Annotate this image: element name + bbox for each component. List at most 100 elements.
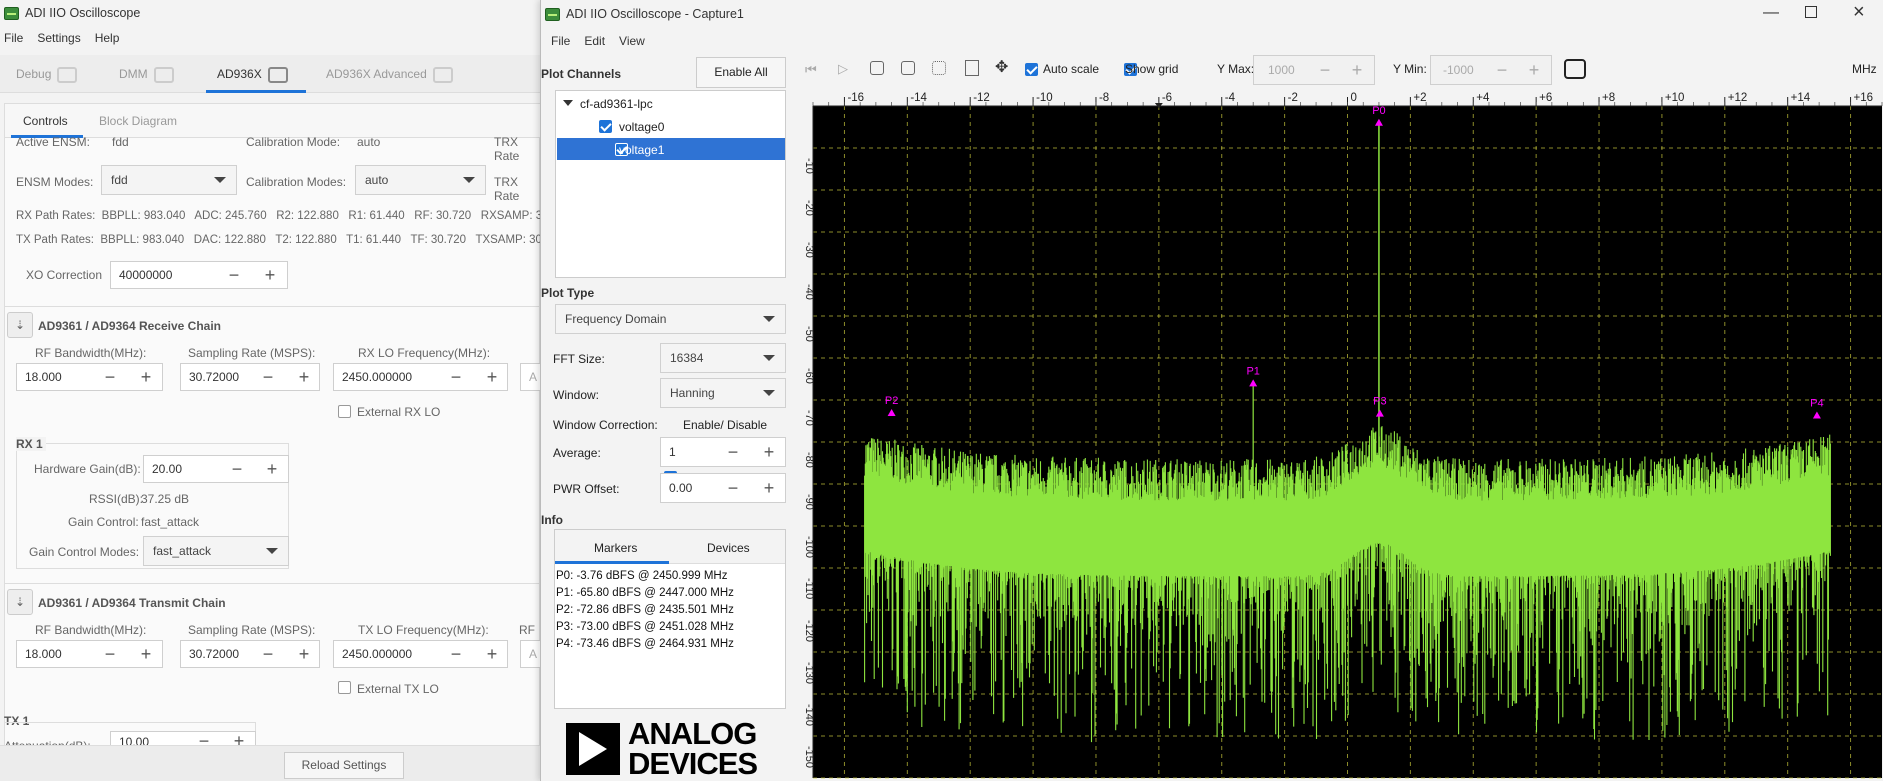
controls-panel: Controls Block Diagram: [4, 103, 541, 781]
tx-rf-bw-decrement[interactable]: −: [96, 641, 124, 667]
average-value: 1: [669, 445, 676, 459]
subtab-controls[interactable]: Controls: [23, 114, 68, 128]
tab-ad936x-advanced[interactable]: AD936X Advanced: [326, 67, 453, 83]
x-tick-label: 0: [1351, 92, 1357, 104]
gain-modes-value: fast_attack: [153, 544, 212, 558]
average-label: Average:: [553, 446, 601, 460]
gain-control-value: fast_attack: [141, 515, 200, 529]
voltage0-label[interactable]: voltage0: [619, 120, 664, 134]
rx-lo-decrement[interactable]: −: [442, 364, 470, 390]
pwr-offset-increment[interactable]: +: [755, 475, 783, 501]
window-select[interactable]: Hanning: [660, 378, 786, 408]
average-decrement[interactable]: −: [719, 439, 747, 465]
ymax-increment[interactable]: +: [1343, 57, 1371, 83]
rx-sr-label: Sampling Rate (MSPS):: [188, 346, 316, 360]
calibration-modes-select[interactable]: auto: [355, 165, 486, 195]
plot-type-select[interactable]: Frequency Domain: [555, 304, 786, 334]
tab-dmm[interactable]: DMM: [119, 67, 174, 83]
bottom-bar: [0, 745, 540, 781]
zoom-out-icon[interactable]: [901, 61, 915, 75]
ensm-modes-select[interactable]: fdd: [101, 165, 237, 195]
play-icon[interactable]: ▷: [838, 61, 848, 77]
tab-markers[interactable]: Markers: [594, 541, 637, 555]
average-increment[interactable]: +: [755, 439, 783, 465]
grid-icon[interactable]: [932, 61, 946, 75]
rx-sr-increment[interactable]: +: [290, 364, 318, 390]
maximize-button[interactable]: [1805, 6, 1817, 18]
gain-modes-select[interactable]: fast_attack: [143, 536, 289, 566]
hw-gain-decrement[interactable]: −: [223, 456, 251, 482]
tx-chain-title: AD9361 / AD9364 Transmit Chain: [38, 596, 226, 610]
units-label: MHz: [1852, 62, 1877, 76]
tx-lo-increment[interactable]: +: [478, 641, 506, 667]
add-plot-icon: [57, 67, 78, 83]
voltage1-row[interactable]: [557, 138, 785, 160]
tx-lo-decrement[interactable]: −: [442, 641, 470, 667]
rx-chain-collapse-button[interactable]: ⇣: [7, 312, 33, 338]
voltage0-checkbox[interactable]: [599, 120, 612, 133]
minimize-button[interactable]: —: [1763, 4, 1779, 22]
pwr-offset-decrement[interactable]: −: [719, 475, 747, 501]
snapshot-icon[interactable]: [870, 61, 884, 75]
calibration-modes-value: auto: [365, 173, 389, 187]
tab-ad936x[interactable]: AD936X: [217, 67, 288, 83]
rx-truncated-field[interactable]: A: [520, 363, 540, 391]
tx-truncated-field[interactable]: A: [520, 640, 540, 668]
marker-3-label: P3: [1373, 396, 1386, 408]
xo-increment-button[interactable]: +: [256, 262, 284, 288]
ymin-decrement[interactable]: −: [1488, 57, 1516, 83]
voltage1-label[interactable]: voltage1: [619, 143, 664, 157]
menu-help[interactable]: Help: [95, 31, 120, 45]
tab-debug[interactable]: Debug: [16, 67, 78, 83]
stop-icon[interactable]: ⏮: [805, 62, 817, 78]
ymin-increment[interactable]: +: [1520, 57, 1548, 83]
tx-sr-label: Sampling Rate (MSPS):: [188, 623, 316, 637]
menu-edit[interactable]: Edit: [584, 34, 605, 48]
spectrum-plot[interactable]: -16 -14 -12 -10 -8 -6 -4 -2 0 +2 +4 +6 +8 +10 +12 +14 +1…: [792, 88, 1883, 781]
tx-chain-collapse-button[interactable]: ⇣: [7, 589, 33, 615]
rx-lo-label: RX LO Frequency(MHz):: [358, 346, 491, 360]
device-node[interactable]: cf-ad9361-lpc: [580, 97, 653, 111]
cursor-icon[interactable]: [965, 60, 979, 76]
rx-rf-bw-increment[interactable]: +: [132, 364, 160, 390]
external-rx-lo-checkbox[interactable]: [338, 405, 351, 418]
active-tab-underline: [206, 90, 306, 93]
tab-devices[interactable]: Devices: [707, 541, 750, 555]
tx-rf-bw-increment[interactable]: +: [132, 641, 160, 667]
hw-gain-increment[interactable]: +: [258, 456, 286, 482]
menu-file[interactable]: File: [551, 34, 570, 48]
menu-settings[interactable]: Settings: [37, 31, 80, 45]
rx-rf-bw-decrement[interactable]: −: [96, 364, 124, 390]
subtab-block-diagram[interactable]: Block Diagram: [99, 114, 177, 128]
info-title: Info: [541, 513, 563, 527]
menu-view[interactable]: View: [619, 34, 645, 48]
tx-sr-increment[interactable]: +: [290, 641, 318, 667]
ymax-value: 1000: [1268, 63, 1295, 77]
ymax-decrement[interactable]: −: [1311, 57, 1339, 83]
xo-decrement-button[interactable]: −: [220, 262, 248, 288]
x-tick-label: -6: [1162, 92, 1172, 104]
fft-size-select[interactable]: 16384: [660, 343, 786, 373]
rssi-label: RSSI(dB):: [89, 492, 144, 506]
x-tick-label: +2: [1413, 92, 1426, 104]
trx-rate-label-2: TRX Rate: [494, 175, 520, 203]
move-icon[interactable]: ✥: [995, 57, 1008, 77]
right-titlebar: ADI IIO Oscilloscope - Capture1: [541, 0, 1883, 28]
tx-sr-decrement[interactable]: −: [254, 641, 282, 667]
reload-settings-button[interactable]: Reload Settings: [284, 752, 404, 779]
rx-sr-decrement[interactable]: −: [254, 364, 282, 390]
tree-expand-icon[interactable]: [563, 100, 573, 106]
close-button[interactable]: ×: [1853, 1, 1865, 24]
auto-scale-checkbox[interactable]: [1025, 63, 1038, 76]
menu-file[interactable]: File: [4, 31, 23, 45]
add-plot-icon: [153, 67, 174, 83]
xo-correction-value: 40000000: [119, 268, 173, 282]
calibration-modes-label: Calibration Modes:: [246, 175, 347, 189]
rx-lo-increment[interactable]: +: [478, 364, 506, 390]
rx-sr-value: 30.720000: [189, 370, 239, 384]
x-tick-label: +6: [1539, 92, 1552, 104]
x-tick-label: -14: [910, 92, 927, 104]
enable-all-button[interactable]: Enable All: [696, 57, 786, 88]
external-tx-lo-checkbox[interactable]: [338, 681, 351, 694]
add-plot-icon[interactable]: [1564, 59, 1586, 79]
